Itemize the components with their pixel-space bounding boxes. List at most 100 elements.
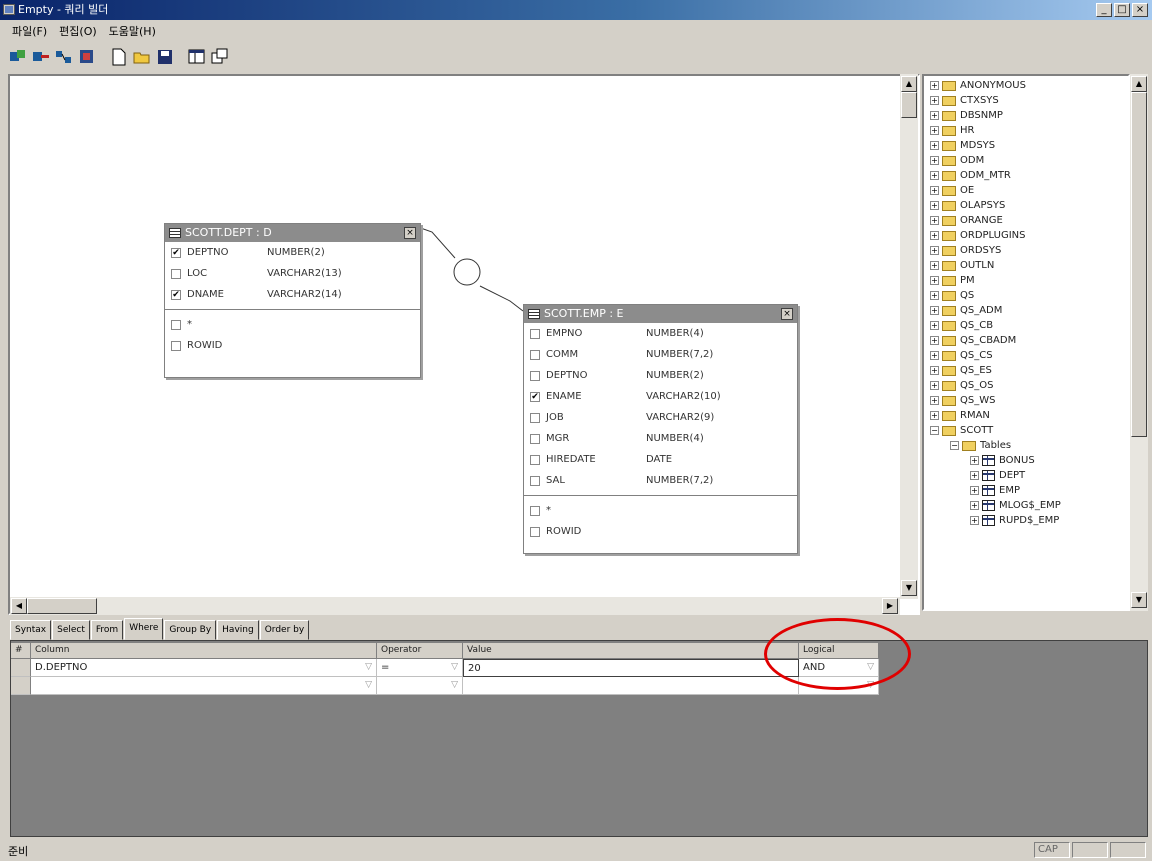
column-checkbox[interactable] xyxy=(530,328,540,339)
expand-icon[interactable]: + xyxy=(930,141,939,150)
expand-icon[interactable]: + xyxy=(930,276,939,285)
column-row[interactable]: DEPTNO NUMBER(2) xyxy=(524,365,797,386)
column-checkbox[interactable] xyxy=(530,526,540,537)
scroll-up-arrow[interactable]: ▲ xyxy=(901,76,917,92)
table-emp[interactable]: SCOTT.EMP : E × EMPNO NUMBER(4) COMM NUM… xyxy=(523,304,798,554)
tree-item-table[interactable]: + DEPT xyxy=(970,468,1025,483)
column-checkbox[interactable] xyxy=(171,340,181,351)
join-button[interactable] xyxy=(54,47,74,67)
canvas-vertical-scrollbar[interactable]: ▲ ▼ xyxy=(900,74,918,599)
scroll-thumb[interactable] xyxy=(901,92,917,118)
tab-from[interactable]: From xyxy=(90,620,124,640)
table-emp-header[interactable]: SCOTT.EMP : E × xyxy=(524,305,797,323)
tree-item-schema[interactable]: + QS_CB xyxy=(930,318,993,333)
tree-item-schema[interactable]: + QS_OS xyxy=(930,378,993,393)
dropdown-arrow-icon[interactable]: ▽ xyxy=(365,659,372,676)
menu-edit[interactable]: 편집(O) xyxy=(53,20,102,40)
tree-item-table[interactable]: + EMP xyxy=(970,483,1020,498)
expand-icon[interactable]: + xyxy=(930,126,939,135)
tree-item-schema[interactable]: + QS_WS xyxy=(930,393,995,408)
column-row[interactable]: JOB VARCHAR2(9) xyxy=(524,407,797,428)
column-row[interactable]: ROWID xyxy=(165,335,420,356)
expand-icon[interactable]: + xyxy=(930,291,939,300)
column-row[interactable]: HIREDATE DATE xyxy=(524,449,797,470)
expand-icon[interactable]: + xyxy=(970,486,979,495)
tree-item-table[interactable]: + RUPD$_EMP xyxy=(970,513,1059,528)
close-table-button[interactable]: × xyxy=(404,227,416,239)
tree-item-schema[interactable]: + QS xyxy=(930,288,974,303)
tree-item-schema[interactable]: + QS_ES xyxy=(930,363,992,378)
column-checkbox[interactable] xyxy=(530,349,540,360)
column-row[interactable]: LOC VARCHAR2(13) xyxy=(165,263,420,284)
column-checkbox[interactable] xyxy=(530,454,540,465)
column-checkbox[interactable] xyxy=(530,433,540,444)
expand-icon[interactable]: + xyxy=(930,321,939,330)
window-view-button[interactable] xyxy=(210,47,230,67)
column-row[interactable]: ✔ DNAME VARCHAR2(14) xyxy=(165,284,420,305)
scroll-up-arrow[interactable]: ▲ xyxy=(1131,76,1147,92)
column-row[interactable]: EMPNO NUMBER(4) xyxy=(524,323,797,344)
menu-help[interactable]: 도움말(H) xyxy=(103,20,162,40)
canvas-horizontal-scrollbar[interactable]: ◀ ▶ xyxy=(10,597,900,615)
column-row[interactable]: ✔ DEPTNO NUMBER(2) xyxy=(165,242,420,263)
table-row[interactable]: ▽ ▽ ▽ xyxy=(11,677,879,695)
tree-item-schema[interactable]: + MDSYS xyxy=(930,138,995,153)
tree-item-table[interactable]: + BONUS xyxy=(970,453,1035,468)
row-selector[interactable] xyxy=(11,659,31,677)
column-checkbox[interactable]: ✔ xyxy=(171,289,181,300)
grid-view-button[interactable] xyxy=(187,47,207,67)
where-grid[interactable]: # Column Operator Value Logical D.DEPTNO… xyxy=(10,640,1148,837)
column-checkbox[interactable] xyxy=(171,268,181,279)
operator-cell[interactable]: ▽ xyxy=(377,677,463,695)
expand-icon[interactable]: + xyxy=(930,246,939,255)
minimize-button[interactable]: _ xyxy=(1096,3,1112,17)
tree-item-schema[interactable]: + RMAN xyxy=(930,408,990,423)
column-row[interactable]: SAL NUMBER(7,2) xyxy=(524,470,797,491)
tree-item-schema[interactable]: + QS_CS xyxy=(930,348,993,363)
expand-icon[interactable]: + xyxy=(930,156,939,165)
tree-item-schema[interactable]: + OE xyxy=(930,183,974,198)
scroll-down-arrow[interactable]: ▼ xyxy=(1131,592,1147,608)
dropdown-arrow-icon[interactable]: ▽ xyxy=(451,659,458,676)
dropdown-arrow-icon[interactable]: ▽ xyxy=(365,677,372,694)
save-button[interactable] xyxy=(155,47,175,67)
schema-tree[interactable]: + ANONYMOUS + CTXSYS + DBSNMP + HR + MDSYS + O… xyxy=(922,74,1130,611)
menu-file[interactable]: 파일(F) xyxy=(6,20,53,40)
tree-item-schema[interactable]: + ORANGE xyxy=(930,213,1003,228)
scroll-down-arrow[interactable]: ▼ xyxy=(901,580,917,596)
dropdown-arrow-icon[interactable]: ▽ xyxy=(451,677,458,694)
tree-item-schema[interactable]: + QS_ADM xyxy=(930,303,1002,318)
column-checkbox[interactable] xyxy=(530,475,540,486)
tree-item-tables-folder[interactable]: − Tables xyxy=(950,438,1011,453)
column-row[interactable]: * xyxy=(524,500,797,521)
tree-item-schema[interactable]: + ORDSYS xyxy=(930,243,1001,258)
collapse-icon[interactable]: − xyxy=(950,441,959,450)
collapse-icon[interactable]: − xyxy=(930,426,939,435)
tree-item-schema[interactable]: + ORDPLUGINS xyxy=(930,228,1025,243)
scroll-right-arrow[interactable]: ▶ xyxy=(882,598,898,614)
tab-group-by[interactable]: Group By xyxy=(164,620,217,640)
scroll-thumb[interactable] xyxy=(1131,92,1147,437)
value-cell[interactable] xyxy=(463,677,799,695)
expand-icon[interactable]: + xyxy=(970,471,979,480)
new-button[interactable] xyxy=(109,47,129,67)
expand-icon[interactable]: + xyxy=(930,81,939,90)
column-cell[interactable]: D.DEPTNO ▽ xyxy=(31,659,377,677)
tree-item-schema[interactable]: + DBSNMP xyxy=(930,108,1003,123)
tree-item-schema[interactable]: + PM xyxy=(930,273,975,288)
column-row[interactable]: * xyxy=(165,314,420,335)
database-button[interactable] xyxy=(77,47,97,67)
tab-having[interactable]: Having xyxy=(217,620,259,640)
value-cell[interactable]: 20 xyxy=(463,659,799,677)
table-dept[interactable]: SCOTT.DEPT : D × ✔ DEPTNO NUMBER(2) LOC … xyxy=(164,223,421,378)
tree-item-schema[interactable]: + CTXSYS xyxy=(930,93,999,108)
tree-item-table[interactable]: + MLOG$_EMP xyxy=(970,498,1061,513)
expand-icon[interactable]: + xyxy=(930,171,939,180)
tree-vertical-scrollbar[interactable]: ▲ ▼ xyxy=(1130,74,1148,611)
expand-icon[interactable]: + xyxy=(970,456,979,465)
expand-icon[interactable]: + xyxy=(930,351,939,360)
add-table-button[interactable] xyxy=(8,47,28,67)
column-checkbox[interactable]: ✔ xyxy=(171,247,181,258)
expand-icon[interactable]: + xyxy=(930,231,939,240)
join-node[interactable] xyxy=(453,258,481,286)
